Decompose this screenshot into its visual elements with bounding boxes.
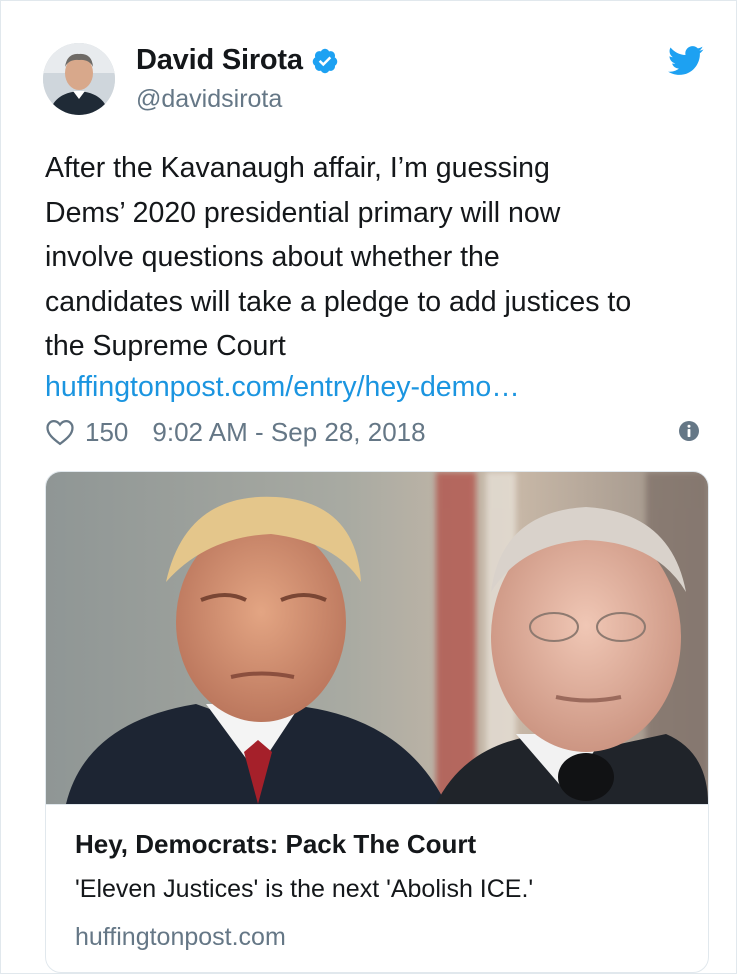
avatar-photo	[43, 43, 115, 115]
tweet-timestamp[interactable]: 9:02 AM - Sep 28, 2018	[152, 417, 425, 448]
like-count[interactable]: 150	[85, 417, 128, 448]
author-name-row[interactable]: David Sirota	[136, 44, 339, 77]
card-description: 'Eleven Justices' is the next 'Abolish I…	[75, 875, 534, 903]
avatar[interactable]	[43, 43, 115, 115]
tweet-text-line: candidates will take a pledge to add jus…	[45, 285, 632, 318]
verified-badge-icon	[312, 48, 338, 73]
tweet-text-line: the Supreme Court	[45, 330, 286, 362]
card-body[interactable]: Hey, Democrats: Pack The Court 'Eleven J…	[46, 804, 708, 972]
article-photo[interactable]	[46, 472, 708, 804]
tweet-text-line: After the Kavanaugh affair, I’m guessing	[45, 152, 550, 184]
heart-icon[interactable]	[45, 418, 75, 446]
tweet-text: After the Kavanaugh affair, I’m guessing…	[45, 146, 715, 369]
link-card[interactable]: Hey, Democrats: Pack The Court 'Eleven J…	[45, 471, 709, 973]
tweet-embed: David Sirota @davidsirota After the Kava…	[0, 0, 737, 974]
tweet-link[interactable]: huffingtonpost.com/entry/hey-demo…	[45, 367, 520, 407]
tweet-meta-row: 150 9:02 AM - Sep 28, 2018	[45, 415, 426, 449]
card-title[interactable]: Hey, Democrats: Pack The Court	[75, 829, 476, 860]
card-domain: huffingtonpost.com	[75, 923, 286, 951]
info-icon[interactable]	[678, 420, 700, 442]
tweet-text-line: involve questions about whether the	[45, 241, 500, 273]
author-display-name[interactable]: David Sirota	[136, 44, 303, 77]
author-handle[interactable]: @davidsirota	[136, 85, 282, 114]
tweet-text-line: Dems’ 2020 presidential primary will now	[45, 196, 561, 229]
twitter-bird-icon[interactable]	[668, 46, 704, 76]
